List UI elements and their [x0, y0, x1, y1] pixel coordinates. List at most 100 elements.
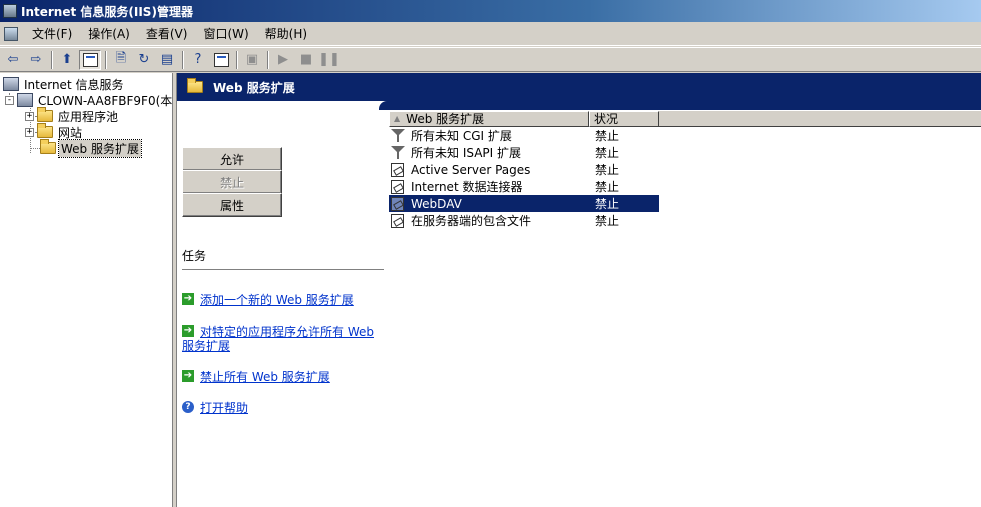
computer-icon[interactable]: ▣ [241, 50, 263, 70]
list-row[interactable]: 在服务器端的包含文件 禁止 [389, 212, 659, 229]
tree-label: Internet 信息服务 [24, 77, 124, 92]
menu-bar: 文件(F) 操作(A) 查看(V) 窗口(W) 帮助(H) [0, 22, 981, 46]
properties-icon[interactable]: 🗎 [110, 50, 132, 70]
tree-node-iis-root[interactable]: Internet 信息服务 [3, 76, 125, 92]
folder-icon [37, 107, 53, 122]
extension-icon [391, 213, 404, 228]
column-header-status[interactable]: 状况 [589, 111, 659, 127]
expand-toggle-icon[interactable]: + [25, 127, 34, 137]
row-status: 禁止 [595, 163, 620, 177]
server-icon [17, 93, 33, 107]
tree-node-web-service-extensions[interactable]: Web 服务扩展 [40, 138, 142, 158]
play-icon[interactable]: ▶ [272, 50, 294, 70]
toolbar-separator [236, 50, 238, 69]
row-status: 禁止 [595, 180, 620, 194]
task-label: 对特定的应用程序允许所有 Web 服务扩展 [182, 325, 374, 353]
row-name: 在服务器端的包含文件 [411, 214, 532, 228]
export-list-icon[interactable]: ▤ [156, 50, 178, 70]
menu-help[interactable]: 帮助(H) [257, 23, 315, 44]
allow-button[interactable]: 允许 [182, 147, 282, 171]
stop-icon[interactable]: ■ [295, 50, 317, 70]
task-label: 添加一个新的 Web 服务扩展 [200, 293, 354, 307]
title-bar: Internet 信息服务(IIS)管理器 [0, 0, 981, 22]
row-status: 禁止 [595, 214, 620, 228]
iis-root-icon [3, 77, 19, 91]
green-arrow-icon: ➔ [182, 325, 194, 337]
list-row[interactable]: Internet 数据连接器 禁止 [389, 178, 659, 195]
show-tree-icon[interactable] [79, 49, 101, 70]
column-label: 状况 [594, 112, 619, 126]
list-row[interactable]: Active Server Pages 禁止 [389, 161, 659, 178]
list-row-selected[interactable]: WebDAV 禁止 [389, 195, 659, 212]
row-name: 所有未知 CGI 扩展 [411, 129, 512, 143]
action-pane-icon[interactable] [210, 50, 232, 70]
back-arrow-icon[interactable]: ⇦ [2, 50, 24, 70]
row-status: 禁止 [595, 146, 620, 160]
toolbar: ⇦ ⇨ ⬆ 🗎 ↻ ▤ ? ▣ ▶ ■ ❚❚ [0, 47, 981, 72]
menu-view[interactable]: 查看(V) [138, 23, 196, 44]
extension-icon [391, 196, 404, 211]
menu-file[interactable]: 文件(F) [24, 23, 80, 44]
tree-label: Web 服务扩展 [58, 138, 142, 158]
task-allow-all-for-app-link[interactable]: ➔ 对特定的应用程序允许所有 Web 服务扩展 [182, 325, 382, 353]
tasks-heading: 任务 [182, 249, 207, 263]
column-label: Web 服务扩展 [406, 112, 485, 126]
folder-icon [37, 123, 53, 138]
up-folder-icon[interactable]: ⬆ [56, 50, 78, 70]
window-title: Internet 信息服务(IIS)管理器 [21, 4, 193, 19]
help-icon[interactable]: ? [187, 50, 209, 70]
details-pane: Web 服务扩展 允许 禁止 属性 任务 ➔ 添加一个新的 Web 服务扩展 ➔ 对… [177, 73, 981, 507]
pane-title: Web 服务扩展 [213, 80, 295, 95]
mmc-icon[interactable] [4, 26, 18, 41]
expand-toggle-icon[interactable]: + [25, 111, 34, 121]
forward-arrow-icon[interactable]: ⇨ [25, 50, 47, 70]
extension-icon [391, 162, 404, 177]
column-header-extension[interactable]: ▲ Web 服务扩展 [389, 111, 589, 127]
pane-header: Web 服务扩展 [177, 73, 981, 101]
task-add-extension-link[interactable]: ➔ 添加一个新的 Web 服务扩展 [182, 293, 382, 307]
list-header: ▲ Web 服务扩展 状况 [389, 111, 981, 127]
green-arrow-icon: ➔ [182, 293, 194, 305]
filter-icon [391, 146, 405, 159]
collapse-toggle-icon[interactable]: - [5, 95, 14, 105]
row-status: 禁止 [595, 197, 620, 211]
toolbar-separator [51, 50, 53, 69]
column-header-filler [659, 111, 981, 127]
tree-node-websites[interactable]: + 网站 [25, 123, 84, 140]
prohibit-button[interactable]: 禁止 [182, 170, 282, 194]
tree-label: 网站 [58, 125, 83, 140]
tree-node-app-pools[interactable]: + 应用程序池 [25, 107, 120, 124]
extension-icon [391, 179, 404, 194]
toolbar-separator [267, 50, 269, 69]
tree-node-server[interactable]: - CLOWN-AA8FBF9F0(本地计 [5, 92, 173, 108]
refresh-icon[interactable]: ↻ [133, 50, 155, 70]
row-name: 所有未知 ISAPI 扩展 [411, 146, 521, 160]
row-name: Active Server Pages [411, 162, 531, 177]
task-label: 打开帮助 [200, 401, 249, 415]
filter-icon [391, 129, 405, 142]
task-label: 禁止所有 Web 服务扩展 [200, 370, 330, 384]
toolbar-separator [182, 50, 184, 69]
row-name: Internet 数据连接器 [411, 180, 523, 194]
folder-icon [187, 78, 203, 93]
iis-app-icon [3, 4, 17, 18]
folder-icon [40, 139, 56, 154]
tree-pane: Internet 信息服务 - CLOWN-AA8FBF9F0(本地计 + 应用… [0, 73, 173, 507]
toolbar-separator [105, 50, 107, 69]
tree-label: CLOWN-AA8FBF9F0(本地计 [38, 93, 173, 108]
properties-button[interactable]: 属性 [182, 193, 282, 217]
menu-action[interactable]: 操作(A) [80, 23, 138, 44]
list-row[interactable]: 所有未知 CGI 扩展 禁止 [389, 127, 659, 144]
list-row[interactable]: 所有未知 ISAPI 扩展 禁止 [389, 144, 659, 161]
tree-label: 应用程序池 [58, 109, 119, 124]
sort-ascending-icon: ▲ [394, 114, 401, 123]
task-open-help-link[interactable]: ? 打开帮助 [182, 401, 382, 415]
header-band-decoration [379, 101, 981, 110]
pause-icon[interactable]: ❚❚ [318, 50, 340, 70]
green-arrow-icon: ➔ [182, 370, 194, 382]
task-prohibit-all-link[interactable]: ➔ 禁止所有 Web 服务扩展 [182, 370, 382, 384]
help-circle-icon: ? [182, 401, 194, 413]
row-name: WebDAV [411, 196, 462, 211]
menu-window[interactable]: 窗口(W) [195, 23, 256, 44]
tasks-divider [182, 269, 384, 270]
